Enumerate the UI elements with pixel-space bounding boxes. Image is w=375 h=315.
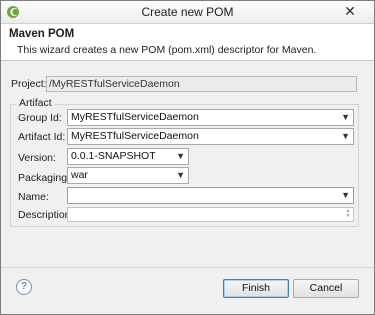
packaging-value: war (71, 169, 88, 181)
packaging-combo[interactable]: war ▼ (67, 167, 189, 184)
artifact-id-combo[interactable]: MyRESTfulServiceDaemon ▼ (67, 128, 354, 145)
group-id-combo[interactable]: MyRESTfulServiceDaemon ▼ (67, 109, 354, 126)
title-bar: Create new POM ✕ (1, 1, 374, 24)
wizard-banner: Maven POM This wizard creates a new POM … (1, 24, 374, 61)
project-label: Project: (11, 78, 47, 90)
dialog-window: Create new POM ✕ Maven POM This wizard c… (0, 0, 375, 315)
chevron-down-icon[interactable]: ▼ (341, 110, 350, 125)
banner-description: This wizard creates a new POM (pom.xml) … (17, 44, 317, 56)
description-label: Description: (18, 209, 74, 221)
finish-button[interactable]: Finish (223, 279, 289, 298)
artifact-group-title: Artifact (17, 97, 54, 109)
project-field: /MyRESTfulServiceDaemon (46, 76, 357, 92)
name-combo[interactable]: ▼ (67, 187, 354, 204)
description-field[interactable]: ▲ ▼ (67, 207, 354, 222)
group-id-label: Group Id: (18, 112, 62, 124)
group-id-value: MyRESTfulServiceDaemon (71, 111, 199, 123)
version-value: 0.0.1-SNAPSHOT (71, 150, 156, 162)
name-label: Name: (18, 191, 49, 203)
scroll-arrows-icon[interactable]: ▲ ▼ (344, 209, 352, 220)
banner-title: Maven POM (9, 28, 75, 40)
chevron-down-icon[interactable]: ▼ (176, 168, 185, 183)
chevron-down-icon[interactable]: ▼ (341, 129, 350, 144)
packaging-label: Packaging: (18, 172, 70, 184)
artifact-id-label: Artifact Id: (18, 131, 66, 143)
window-title: Create new POM (141, 5, 234, 19)
artifact-id-value: MyRESTfulServiceDaemon (71, 130, 199, 142)
help-icon[interactable]: ? (16, 279, 32, 295)
close-icon[interactable]: ✕ (332, 2, 368, 20)
chevron-down-icon[interactable]: ▼ (176, 149, 185, 164)
cancel-button[interactable]: Cancel (293, 279, 359, 298)
version-label: Version: (18, 152, 56, 164)
chevron-down-icon[interactable]: ▼ (341, 188, 350, 203)
version-combo[interactable]: 0.0.1-SNAPSHOT ▼ (67, 148, 189, 165)
footer-divider (1, 267, 374, 268)
